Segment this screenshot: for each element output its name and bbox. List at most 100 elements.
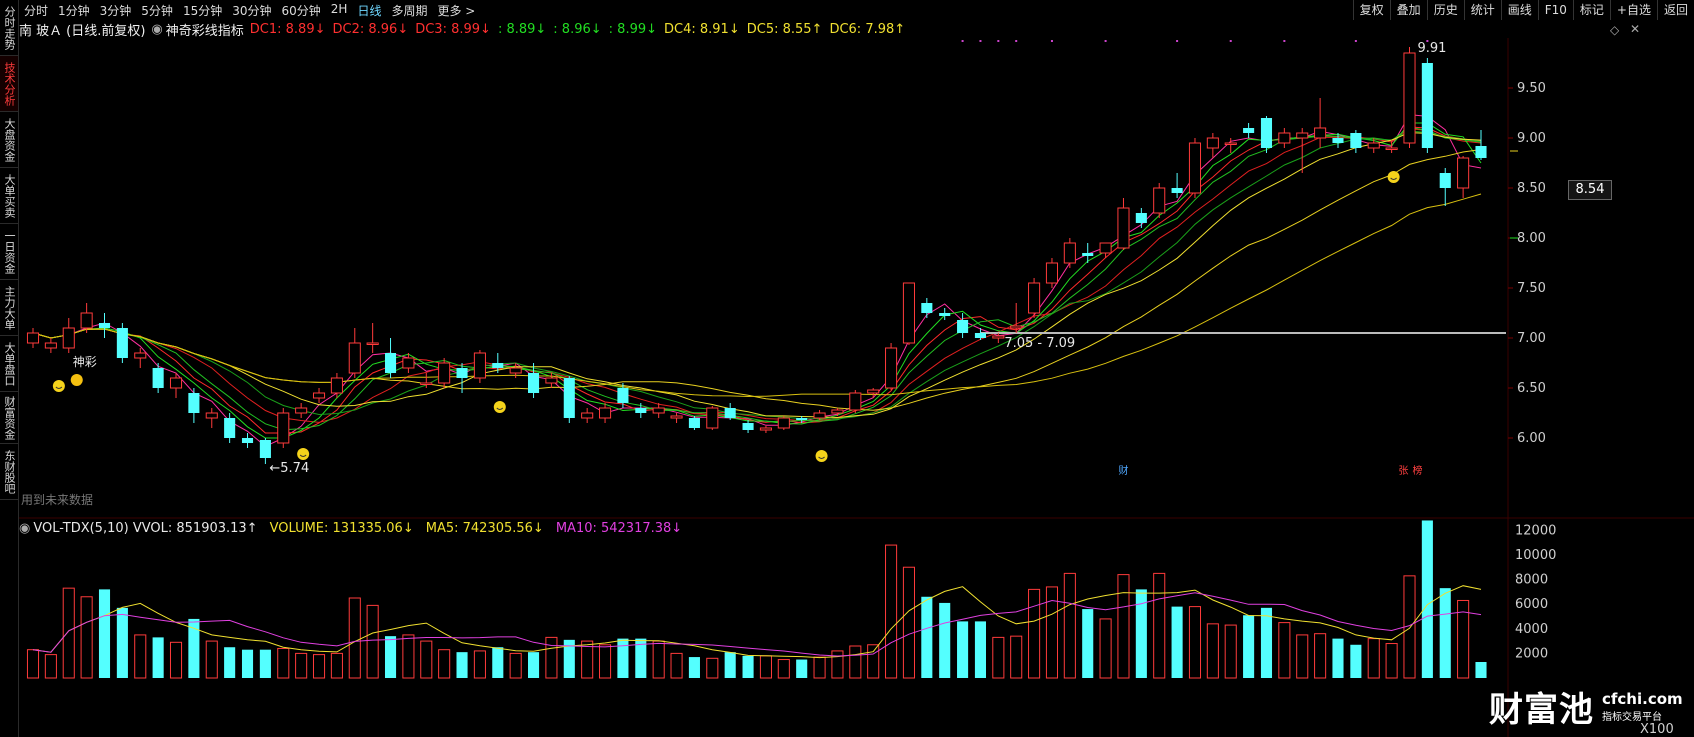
watermark-domain: cfchi.com: [1602, 690, 1683, 708]
indicator-settings-icon[interactable]: ◉: [151, 22, 162, 37]
candle-body-56: [1028, 282, 1041, 314]
volume-bar-24: [456, 652, 468, 678]
left-tab-0[interactable]: 分时走势: [0, 0, 18, 56]
close-icon[interactable]: ✕: [1630, 22, 1640, 36]
period-8[interactable]: 日线: [352, 2, 386, 19]
volume-bar-54: [992, 636, 1005, 679]
top-marker-3: [1015, 40, 1018, 42]
volume-bar-38: [706, 657, 719, 679]
period-6[interactable]: 60分钟: [277, 2, 326, 19]
candle-body-75: [1367, 142, 1380, 149]
candle-body-62: [1135, 213, 1147, 223]
left-tab-4[interactable]: 一日资金: [0, 224, 18, 280]
toolbar-button-3[interactable]: 统计: [1463, 0, 1501, 20]
bang-marker: 榜: [1412, 464, 1422, 477]
toolbar-button-5[interactable]: F10: [1537, 0, 1573, 20]
candle-body-36: [670, 415, 683, 419]
volume-bar-16: [312, 654, 326, 679]
left-tab-7[interactable]: 财富资金: [0, 392, 18, 444]
volume-bar-14: [277, 647, 290, 679]
candle-body-18: [348, 342, 361, 374]
expand-icon[interactable]: ◇: [1610, 23, 1619, 37]
volume-bar-41: [759, 655, 772, 679]
period-5[interactable]: 30分钟: [227, 2, 276, 19]
volume-bar-29: [545, 636, 558, 679]
period-1[interactable]: 1分钟: [53, 2, 95, 19]
volume-bar-53: [974, 621, 986, 678]
left-tab-3[interactable]: 大单买卖: [0, 168, 18, 224]
candle-body-15: [295, 407, 308, 414]
toolbar-button-4[interactable]: 画线: [1500, 0, 1538, 20]
period-0[interactable]: 分时: [19, 2, 53, 19]
volume-bar-39: [724, 652, 736, 678]
candle-body-61: [1117, 207, 1130, 249]
indicator-name[interactable]: 神奇彩线指标: [166, 20, 244, 39]
volume-bar-12: [241, 649, 254, 678]
volume-bar-50: [921, 596, 933, 678]
stock-name: 南 玻Ａ: [19, 23, 63, 39]
candle-body-73: [1332, 138, 1344, 143]
candle-body-5: [116, 328, 128, 358]
toolbar-button-1[interactable]: 叠加: [1389, 0, 1427, 20]
volume-bar-74: [1350, 644, 1362, 678]
toolbar-button-0[interactable]: 复权: [1352, 0, 1390, 20]
period-9[interactable]: 多周期: [386, 2, 432, 19]
period-10[interactable]: 更多 >: [432, 2, 480, 19]
left-tab-1[interactable]: 技术分析: [0, 56, 18, 112]
candle-body-78: [1421, 63, 1433, 148]
toolbar-button-7[interactable]: +自选: [1609, 0, 1657, 20]
price-axis-label-6: 6.50: [1517, 381, 1546, 396]
volume-bar-66: [1206, 623, 1219, 679]
volume-bar-72: [1314, 633, 1327, 679]
candle-body-72: [1314, 127, 1327, 139]
left-tab-5[interactable]: 主力大单: [0, 280, 18, 336]
top-marker-6: [1176, 40, 1179, 42]
volume-bar-33: [617, 638, 629, 678]
volume-bar-8: [169, 641, 183, 679]
volume-axis-label-5: 2000: [1515, 646, 1548, 661]
volume-axis-label-2: 8000: [1515, 573, 1548, 588]
volume-bar-76: [1385, 643, 1398, 679]
candle-body-33: [617, 388, 629, 403]
top-marker-4: [1050, 40, 1053, 42]
indicator-line-2: [32, 128, 1482, 423]
volume-bar-56: [1028, 588, 1041, 679]
toolbar-button-8[interactable]: 返回: [1656, 0, 1694, 20]
period-3[interactable]: 5分钟: [136, 2, 178, 19]
volume-bar-61: [1117, 574, 1130, 679]
volume-bar-79: [1439, 588, 1451, 678]
candle-body-80: [1457, 157, 1470, 189]
period-4[interactable]: 15分钟: [178, 2, 227, 19]
period-toolbar: 分时 1分钟 3分钟 5分钟 15分钟 30分钟 60分钟 2H 日线 多周期 更多 > 复权 叠加历…: [19, 0, 1694, 20]
indicator-header: 南 玻Ａ (日线.前复权) ◉ 神奇彩线指标 DC1: 8.89↓ DC2: 8.…: [19, 20, 912, 39]
kline-chart[interactable]: 9.50 9.00 8.50 8.00 7.50 7.00 6.50 6.00 12000 100…: [19, 38, 1694, 737]
volume-bar-25: [473, 650, 486, 679]
candle-body-50: [921, 303, 933, 313]
price-axis-label-3: 8.00: [1517, 231, 1546, 246]
volume-bar-19: [366, 604, 379, 679]
toolbar-right-buttons: 复权 叠加 历史 统计 画线 F10 标记 +自选 返回: [1352, 0, 1694, 20]
left-tab-6[interactable]: 大单盘口: [0, 336, 18, 392]
volume-bar-44: [813, 656, 826, 679]
candle-body-28: [528, 373, 540, 393]
indicator-value-5: : 8.99↓: [608, 21, 658, 37]
candle-body-13: [259, 440, 271, 458]
volume-bar-7: [152, 637, 164, 678]
candle-body-38: [706, 407, 719, 429]
volume-bar-59: [1082, 609, 1094, 678]
left-tab-2[interactable]: 大盘资金: [0, 112, 18, 168]
period-2[interactable]: 3分钟: [95, 2, 137, 19]
volume-bar-78: [1421, 520, 1433, 678]
candle-body-39: [724, 408, 736, 418]
candle-body-65: [1188, 142, 1202, 194]
zhang-marker: 张: [1398, 465, 1408, 477]
toolbar-button-6[interactable]: 标记: [1572, 0, 1610, 20]
top-marker-10: [1426, 40, 1429, 42]
candle-body-53: [974, 333, 986, 338]
candle-body-55: [1010, 325, 1023, 329]
toolbar-button-2[interactable]: 历史: [1426, 0, 1464, 20]
shencai-label: 神彩: [73, 355, 97, 369]
period-7[interactable]: 2H: [326, 2, 353, 19]
volume-bar-3: [80, 596, 93, 679]
left-tab-8[interactable]: 东财股吧: [0, 444, 18, 500]
